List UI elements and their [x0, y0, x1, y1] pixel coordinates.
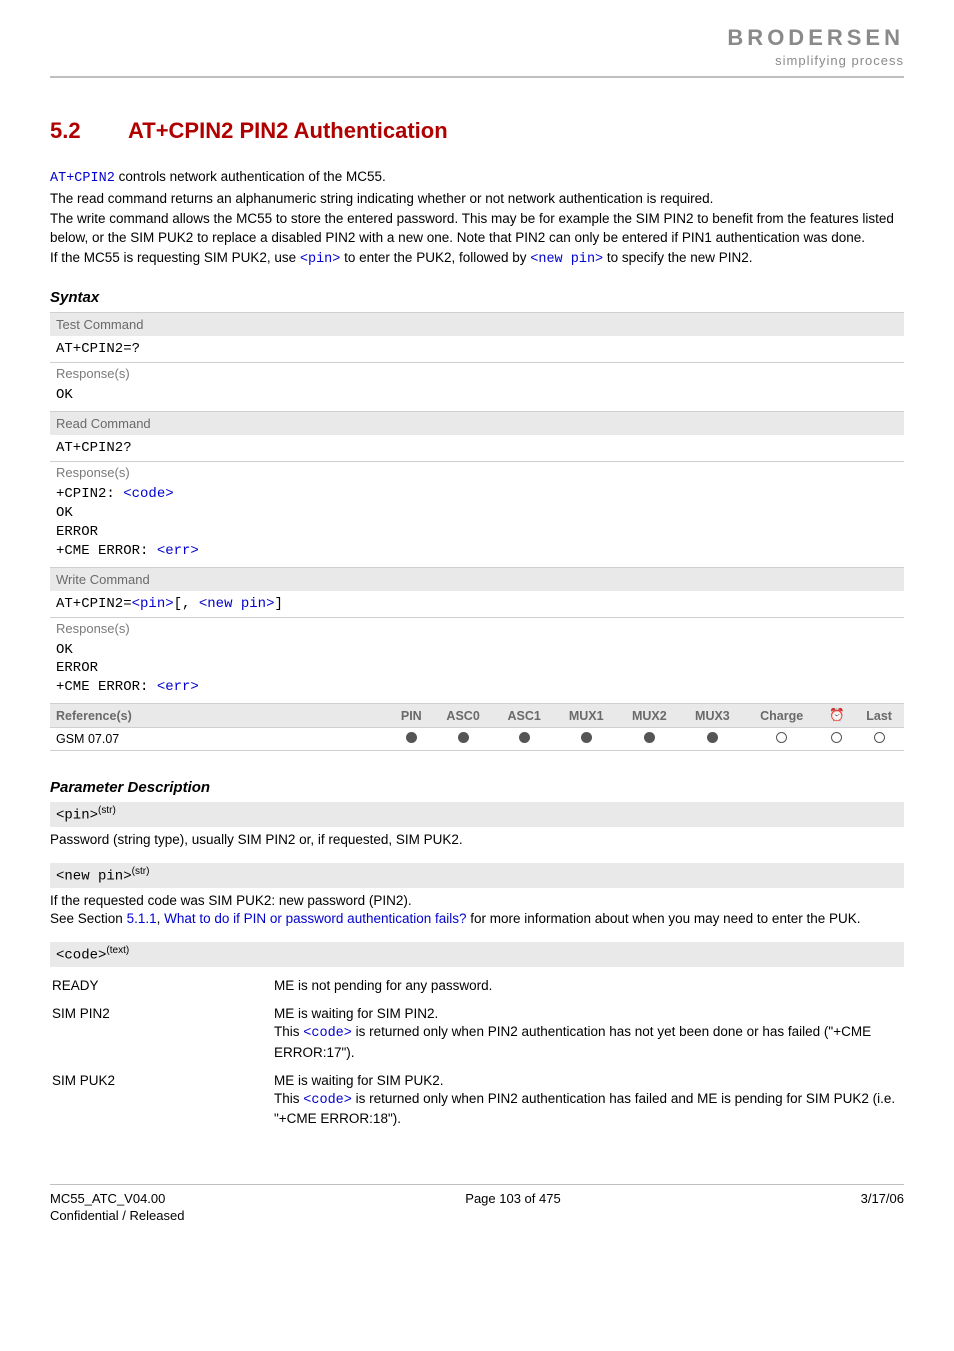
err-token[interactable]: <err>	[157, 679, 199, 695]
code-val: ME is not pending for any password.	[274, 973, 902, 999]
code-token[interactable]: <code>	[123, 486, 173, 502]
section-number: 5.2	[50, 118, 128, 144]
syntax-heading: Syntax	[50, 289, 904, 306]
header-rule	[50, 76, 904, 78]
param-pin-token: <pin>	[56, 808, 98, 824]
read-command: AT+CPIN2?	[50, 435, 904, 462]
empty-dot-icon	[831, 732, 842, 743]
code-row-simpin2: SIM PIN2 ME is waiting for SIM PIN2. Thi…	[52, 1001, 902, 1066]
write-label: Write Command	[50, 567, 904, 591]
param-code-type: (text)	[106, 945, 129, 956]
col-last: Last	[854, 704, 904, 728]
filled-dot-icon	[707, 732, 718, 743]
col-mux1: MUX1	[555, 704, 618, 728]
dot-charge	[744, 728, 819, 751]
dot-mux1	[555, 728, 618, 751]
pin-token[interactable]: <pin>	[132, 596, 174, 612]
syntax-table: Test Command AT+CPIN2=? Response(s) OK R…	[50, 312, 904, 704]
col-asc0: ASC0	[433, 704, 494, 728]
param-pin-bar: <pin>(str)	[50, 802, 904, 827]
section-ref-link[interactable]: 5.1.1	[127, 911, 157, 926]
dot-mux2	[618, 728, 681, 751]
code-val: ME is waiting for SIM PIN2. This <code> …	[274, 1001, 902, 1066]
param-code-bar: <code>(text)	[50, 942, 904, 967]
intro-line-4: If the MC55 is requesting SIM PUK2, use …	[50, 249, 904, 269]
filled-dot-icon	[519, 732, 530, 743]
dot-alarm	[819, 728, 854, 751]
page-header: BRODERSEN simplifying process	[50, 0, 904, 76]
filled-dot-icon	[406, 732, 417, 743]
code-key: SIM PUK2	[52, 1068, 272, 1133]
param-pin-type: (str)	[98, 805, 116, 816]
col-mux3: MUX3	[681, 704, 744, 728]
newpin-token[interactable]: <new pin>	[530, 252, 603, 267]
dot-mux3	[681, 728, 744, 751]
footer: MC55_ATC_V04.00 Page 103 of 475 3/17/06	[50, 1185, 904, 1208]
code-key: SIM PIN2	[52, 1001, 272, 1066]
filled-dot-icon	[458, 732, 469, 743]
topic-link[interactable]: What to do if PIN or password authentica…	[164, 911, 466, 926]
brand-logo: BRODERSEN simplifying process	[727, 25, 904, 68]
dot-asc1	[494, 728, 555, 751]
brand-text: BRODERSEN	[727, 25, 904, 51]
col-asc1: ASC1	[494, 704, 555, 728]
param-newpin-desc: If the requested code was SIM PUK2: new …	[50, 892, 904, 928]
col-alarm-icon: ⏰	[819, 704, 854, 728]
code-token[interactable]: <code>	[303, 1026, 352, 1041]
param-newpin-bar: <new pin>(str)	[50, 863, 904, 888]
param-newpin-token: <new pin>	[56, 869, 132, 885]
intro-line-1: AT+CPIN2 controls network authentication…	[50, 168, 904, 188]
code-token[interactable]: <code>	[303, 1093, 352, 1108]
test-command: AT+CPIN2=?	[50, 336, 904, 363]
write-command: AT+CPIN2=<pin>[, <new pin>]	[50, 591, 904, 618]
dot-asc0	[433, 728, 494, 751]
footer-conf: Confidential / Released	[50, 1208, 904, 1223]
read-response: +CPIN2: <code> OK ERROR +CME ERROR: <err…	[50, 483, 904, 567]
test-response-label: Response(s)	[50, 363, 904, 385]
col-charge: Charge	[744, 704, 819, 728]
empty-dot-icon	[776, 732, 787, 743]
code-row-ready: READY ME is not pending for any password…	[52, 973, 902, 999]
code-val: ME is waiting for SIM PUK2. This <code> …	[274, 1068, 902, 1133]
section-title: 5.2AT+CPIN2 PIN2 Authentication	[50, 118, 904, 144]
code-list-table: READY ME is not pending for any password…	[50, 971, 904, 1135]
intro-line-2: The read command returns an alphanumeric…	[50, 190, 904, 208]
read-label: Read Command	[50, 411, 904, 435]
ref-value: GSM 07.07	[50, 728, 390, 751]
intro-line-3: The write command allows the MC55 to sto…	[50, 210, 904, 246]
empty-dot-icon	[874, 732, 885, 743]
err-token[interactable]: <err>	[157, 543, 199, 559]
pin-token[interactable]: <pin>	[300, 252, 341, 267]
brand-tagline: simplifying process	[727, 53, 904, 68]
read-response-label: Response(s)	[50, 461, 904, 483]
code-key: READY	[52, 973, 272, 999]
footer-page: Page 103 of 475	[465, 1191, 560, 1206]
write-response: OK ERROR +CME ERROR: <err>	[50, 639, 904, 704]
col-mux2: MUX2	[618, 704, 681, 728]
col-pin: PIN	[390, 704, 433, 728]
param-newpin-type: (str)	[132, 866, 150, 877]
write-response-label: Response(s)	[50, 617, 904, 639]
filled-dot-icon	[581, 732, 592, 743]
cmd-link[interactable]: AT+CPIN2	[50, 171, 115, 186]
newpin-token[interactable]: <new pin>	[199, 596, 275, 612]
reference-block: Reference(s) PIN ASC0 ASC1 MUX1 MUX2 MUX…	[50, 703, 904, 751]
footer-doc: MC55_ATC_V04.00	[50, 1191, 165, 1206]
test-label: Test Command	[50, 313, 904, 337]
param-code-token: <code>	[56, 948, 106, 964]
footer-date: 3/17/06	[861, 1191, 904, 1206]
param-desc-heading: Parameter Description	[50, 779, 904, 796]
dot-pin	[390, 728, 433, 751]
dot-last	[854, 728, 904, 751]
section-heading: AT+CPIN2 PIN2 Authentication	[128, 118, 448, 143]
reference-table: Reference(s) PIN ASC0 ASC1 MUX1 MUX2 MUX…	[50, 704, 904, 750]
code-row-simpuk2: SIM PUK2 ME is waiting for SIM PUK2. Thi…	[52, 1068, 902, 1133]
ref-label: Reference(s)	[50, 704, 390, 728]
filled-dot-icon	[644, 732, 655, 743]
test-response: OK	[50, 384, 904, 411]
param-pin-desc: Password (string type), usually SIM PIN2…	[50, 831, 904, 849]
